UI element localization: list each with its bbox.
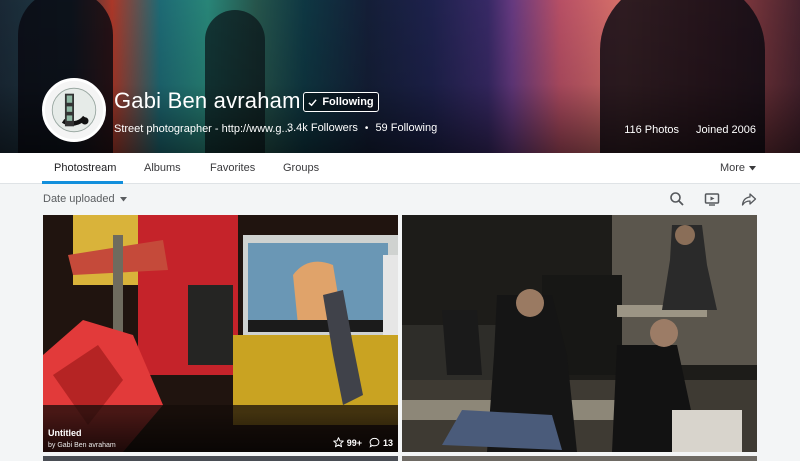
more-menu-label: More (719, 162, 745, 174)
photo-title[interactable]: Untitled (48, 428, 82, 438)
fave-button[interactable]: 99+ (332, 437, 362, 448)
sort-label: Date uploaded (43, 193, 115, 205)
sort-dropdown[interactable]: Date uploaded (43, 193, 127, 205)
photo-tile[interactable] (43, 456, 398, 461)
photos-count: 116 Photos (624, 124, 680, 136)
photo-tile[interactable] (402, 215, 757, 452)
follow-stats: 3.4k Followers • 59 Following (287, 122, 437, 134)
photo-image (402, 215, 757, 452)
profile-meta: 116 Photos Joined 2006 (624, 124, 756, 136)
star-icon (332, 437, 344, 448)
avatar-image (45, 81, 103, 139)
tab-favorites[interactable]: Favorites (210, 162, 255, 174)
following-link[interactable]: 59 Following (375, 122, 437, 134)
profile-name: Gabi Ben avraham (114, 88, 301, 113)
followers-link[interactable]: 3.4k Followers (287, 122, 358, 134)
following-button[interactable]: Following (303, 92, 379, 112)
caret-down-icon (119, 196, 127, 201)
photo-overlay: Untitled by Gabi Ben avraham 99+ 13 (43, 412, 398, 452)
comment-count: 13 (382, 437, 393, 448)
photo-author[interactable]: by Gabi Ben avraham (48, 442, 116, 449)
slideshow-icon[interactable] (704, 191, 720, 207)
caret-down-icon (749, 165, 756, 170)
profile-bio[interactable]: Street photographer - http://www.g... (114, 123, 291, 135)
stats-separator: • (364, 122, 369, 134)
photo-engagement: 99+ 13 (332, 437, 393, 448)
comment-icon (369, 437, 380, 448)
following-button-label: Following (322, 96, 374, 108)
tab-albums[interactable]: Albums (144, 162, 181, 174)
joined-date: Joined 2006 (696, 124, 756, 136)
comment-button[interactable]: 13 (369, 437, 393, 448)
photo-tile[interactable] (402, 456, 757, 461)
avatar[interactable] (42, 78, 106, 142)
tab-groups[interactable]: Groups (283, 162, 319, 174)
tab-photostream[interactable]: Photostream (54, 162, 116, 174)
profile-tabs: Photostream Albums Favorites Groups More (0, 153, 800, 184)
more-menu[interactable]: More (720, 162, 756, 174)
fave-count: 99+ (346, 437, 362, 448)
active-tab-indicator (42, 181, 123, 184)
check-icon (308, 98, 317, 106)
search-icon[interactable] (669, 191, 685, 207)
photo-tile[interactable]: Untitled by Gabi Ben avraham 99+ 13 (43, 215, 398, 452)
share-icon[interactable] (741, 191, 757, 207)
